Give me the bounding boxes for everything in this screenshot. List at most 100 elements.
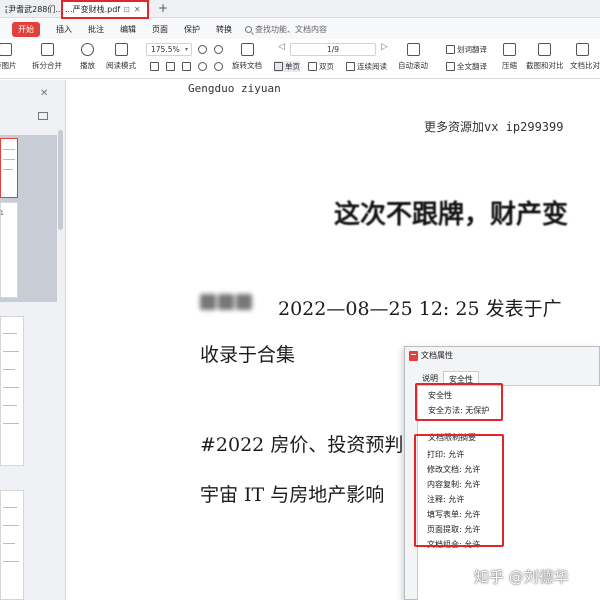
- thumbnail-page-3[interactable]: [0, 490, 24, 600]
- pdf-icon: [409, 350, 418, 361]
- button-label: 截图和对比: [526, 61, 564, 70]
- select-icon[interactable]: [182, 62, 191, 71]
- thumbnail-panel: ✕ 1: [0, 80, 66, 600]
- thumbnail-page-number: 1: [0, 210, 4, 217]
- screenshot-compare-button[interactable]: 截图和对比: [526, 43, 564, 71]
- document-date-line: 2022—08—25 12: 25 发表于广: [278, 298, 562, 320]
- document-tag-line: #2022 房价、投资预判: [200, 434, 404, 456]
- permissions-highlight-box: [414, 434, 504, 547]
- button-label: 压缩: [502, 61, 517, 70]
- search-input[interactable]: 查找功能、文档内容: [245, 24, 327, 35]
- button-label: 连续阅读: [357, 62, 387, 71]
- page-number: 1/9: [326, 45, 340, 54]
- thumbnail-line: [3, 149, 15, 150]
- document-collection-line: 收录于合集: [200, 344, 296, 366]
- tab-label: [尹耆武288们...: [5, 5, 62, 14]
- image-icon[interactable]: [38, 112, 48, 120]
- auto-scroll-button[interactable]: 自动滚动: [398, 43, 428, 71]
- chevron-down-icon: ▾: [184, 46, 188, 53]
- button-label: 划词翻译: [457, 45, 487, 54]
- menu-insert[interactable]: 插入: [56, 24, 72, 35]
- button-label: 文档比对: [570, 61, 600, 70]
- search-placeholder: 查找功能、文档内容: [255, 25, 327, 34]
- single-page-button[interactable]: 单页: [274, 61, 300, 72]
- zoom-select[interactable]: 175.5% ▾: [146, 43, 192, 56]
- pdf-to-image-button[interactable]: 转图片: [0, 43, 17, 71]
- rotate-left-icon[interactable]: [198, 62, 207, 71]
- play-icon: [81, 43, 94, 56]
- book-icon: [114, 43, 128, 56]
- menu-start[interactable]: 开始: [12, 21, 40, 37]
- close-icon[interactable]: ✕: [40, 88, 48, 99]
- button-label: 全文翻译: [457, 62, 487, 71]
- thumbnail-line: [3, 525, 19, 526]
- split-merge-button[interactable]: 拆分合并: [32, 43, 62, 71]
- read-mode-button[interactable]: 阅读模式: [106, 43, 136, 71]
- button-label: 自动滚动: [398, 61, 428, 70]
- next-page-icon[interactable]: ▷: [381, 42, 388, 52]
- menu-convert[interactable]: 转换: [216, 24, 232, 35]
- app-window: [尹耆武288们... ...严变财栈.pdf ⊡ ✕ + 开始 插入 批注 编…: [0, 0, 600, 600]
- translate-icon: [446, 45, 455, 54]
- watermark: 知乎 @刘德华: [474, 568, 569, 586]
- thumbnail-line: [3, 169, 13, 170]
- thumbnail-line: [3, 543, 15, 544]
- tab-highlight-box: [61, 0, 149, 19]
- menu-page[interactable]: 页面: [152, 24, 168, 35]
- thumbnail-line: [3, 405, 17, 406]
- play-button[interactable]: 播放: [80, 43, 95, 71]
- zoom-value: 175.5%: [151, 45, 180, 54]
- button-label: 转图片: [0, 61, 17, 70]
- menu-protect[interactable]: 保护: [184, 24, 200, 35]
- rotate-document-button[interactable]: 旋转文档: [232, 43, 262, 71]
- zoom-out-icon[interactable]: [198, 45, 207, 54]
- rotate-icon: [240, 43, 254, 56]
- thumbnail-line: [3, 387, 19, 388]
- thumbnail-line: [3, 159, 15, 160]
- page-number-input[interactable]: 1/9: [290, 43, 376, 56]
- scroll-icon: [406, 43, 420, 56]
- button-label: 播放: [80, 61, 95, 70]
- word-translate-button[interactable]: 划词翻译: [446, 44, 487, 55]
- document-body-line: 宇宙 IT 与房地产影响: [200, 484, 385, 506]
- compress-icon: [503, 43, 516, 56]
- fit-width-icon[interactable]: [166, 62, 175, 71]
- continuous-icon: [346, 62, 355, 71]
- document-title: 这次不跟牌，财产变: [334, 200, 569, 230]
- thumbnail-page-1[interactable]: [0, 138, 18, 198]
- button-label: 单页: [285, 62, 300, 71]
- thumbnail-line: [3, 423, 19, 424]
- thumbnail-line: [3, 507, 17, 508]
- screenshot-icon: [538, 43, 552, 56]
- full-translate-button[interactable]: 全文翻译: [446, 61, 487, 72]
- rotate-right-icon[interactable]: [214, 62, 223, 71]
- blurred-author-name: [200, 294, 254, 316]
- doc-compare-button[interactable]: 文档比对: [570, 43, 600, 71]
- tab-document-1[interactable]: [尹耆武288们...: [0, 1, 62, 18]
- button-label: 双页: [319, 62, 334, 71]
- menu-annotate[interactable]: 批注: [88, 24, 104, 35]
- document-contact-line: 更多资源加vx ip299399: [424, 120, 564, 134]
- compress-button[interactable]: 压缩: [502, 43, 517, 71]
- fit-page-icon[interactable]: [150, 62, 159, 71]
- button-label: 旋转文档: [232, 61, 262, 70]
- thumbnail-line: [3, 561, 19, 562]
- image-icon: [0, 43, 12, 56]
- double-page-icon: [308, 62, 317, 71]
- translate-icon: [446, 62, 455, 71]
- search-icon: [245, 26, 252, 33]
- menu-edit[interactable]: 编辑: [120, 24, 136, 35]
- thumbnail-page-2[interactable]: [0, 316, 24, 466]
- new-tab-button[interactable]: +: [158, 1, 168, 15]
- zoom-in-icon[interactable]: [214, 45, 223, 54]
- toolbar-ribbon: 转图片 拆分合并 播放 阅读模式 175.5% ▾ 旋转文档 ◁: [0, 39, 600, 79]
- security-highlight-box: [415, 383, 503, 421]
- prev-page-icon[interactable]: ◁: [278, 42, 285, 52]
- continuous-read-button[interactable]: 连续阅读: [346, 61, 387, 72]
- thumbnail-scrollbar[interactable]: [58, 130, 63, 230]
- dialog-title: 文档属性: [421, 351, 453, 360]
- dialog-title-bar[interactable]: 文档属性: [409, 350, 453, 361]
- split-icon: [40, 43, 54, 56]
- document-header: Gengduo ziyuan: [188, 82, 281, 95]
- double-page-button[interactable]: 双页: [308, 61, 334, 72]
